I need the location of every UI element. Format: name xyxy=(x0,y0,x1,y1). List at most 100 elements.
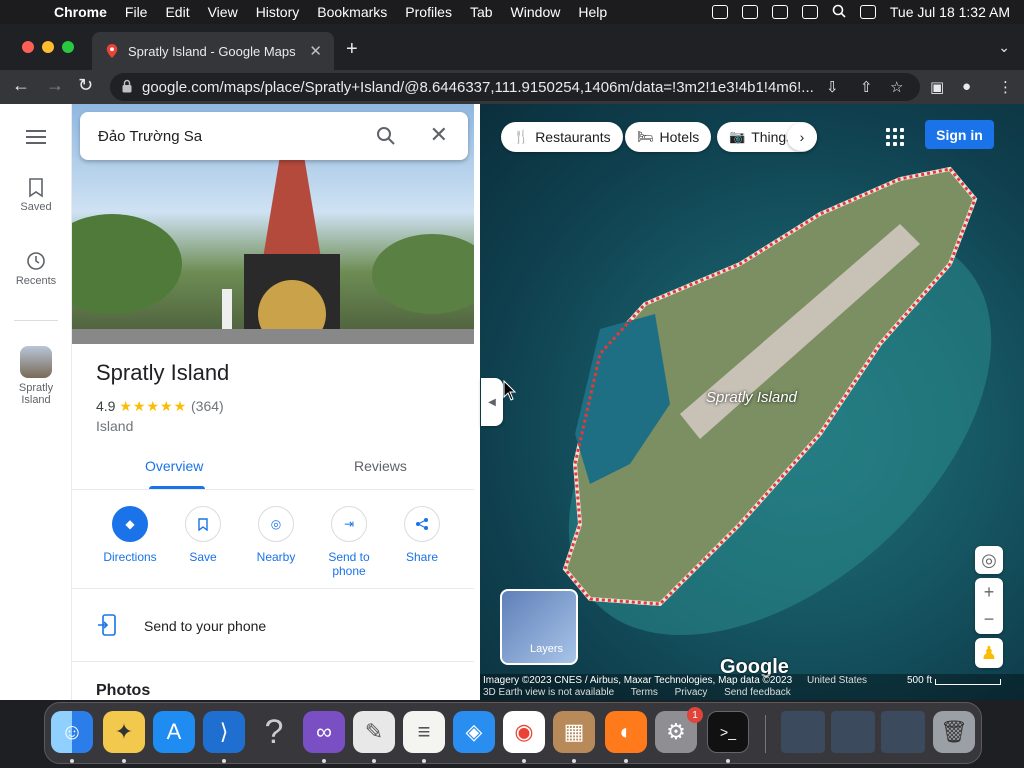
sign-in-button[interactable]: Sign in xyxy=(925,120,994,149)
status-share-icon[interactable] xyxy=(741,5,758,19)
archive-utility-icon[interactable]: ▦ xyxy=(553,711,595,753)
zoom-window-button[interactable] xyxy=(62,41,74,53)
clear-search-icon[interactable]: ✕ xyxy=(430,122,448,148)
earth-view-notice: 3D Earth view is not available xyxy=(483,687,615,698)
menu-history[interactable]: History xyxy=(256,4,300,20)
terminal-running-dot xyxy=(726,759,730,763)
menu-bookmarks[interactable]: Bookmarks xyxy=(317,4,387,20)
directions-button[interactable]: ◆ Directions xyxy=(93,504,167,564)
chip-restaurants[interactable]: 🍴 Restaurants xyxy=(501,122,623,152)
bookmark-star-icon[interactable]: ☆ xyxy=(890,78,903,96)
browser-tab-active[interactable]: Spratly Island - Google Maps ✕ xyxy=(92,32,334,70)
status-app-icon[interactable] xyxy=(711,5,728,19)
control-center-icon[interactable] xyxy=(859,5,876,19)
forward-button[interactable]: → xyxy=(46,75,64,96)
close-window-button[interactable] xyxy=(22,41,34,53)
saved-button[interactable]: Saved xyxy=(0,178,72,213)
tab-search-chevron-icon[interactable]: ⌄ xyxy=(998,39,1010,56)
tab-overview[interactable]: Overview xyxy=(145,458,203,474)
textedit-icon[interactable]: ≡ xyxy=(403,711,445,753)
menu-edit[interactable]: Edit xyxy=(165,4,189,20)
recent-place-spratly[interactable]: Spratly Island xyxy=(0,346,72,406)
save-button[interactable]: Save xyxy=(166,504,240,564)
search-icon[interactable] xyxy=(376,126,396,146)
place-type[interactable]: Island xyxy=(96,418,133,434)
layers-button[interactable]: Layers xyxy=(500,589,578,665)
menu-file[interactable]: File xyxy=(125,4,148,20)
send-to-phone-button[interactable]: ⇥ Send to phone xyxy=(312,504,386,578)
menu-tab[interactable]: Tab xyxy=(470,4,493,20)
status-display-icon[interactable] xyxy=(801,5,818,19)
menubar-datetime[interactable]: Tue Jul 18 1:32 AM xyxy=(890,4,1010,20)
menu-hamburger-icon[interactable] xyxy=(26,130,46,148)
collapse-panel-button[interactable]: ◀ xyxy=(481,378,503,426)
chrome-icon[interactable]: ◉ xyxy=(503,711,545,753)
map-attribution-bar: Imagery ©2023 CNES / Airbus, Maxar Techn… xyxy=(480,674,1024,700)
review-count[interactable]: (364) xyxy=(191,398,224,414)
phone-send-icon xyxy=(98,614,116,636)
menu-help[interactable]: Help xyxy=(578,4,607,20)
firefox-icon[interactable]: ◐ xyxy=(605,711,647,753)
app-store-icon[interactable]: A xyxy=(153,711,195,753)
finder-icon[interactable]: ☺ xyxy=(51,711,93,753)
help-question-icon[interactable]: ? xyxy=(253,711,295,753)
maps-page: Saved Recents Spratly Island Đảo Trường … xyxy=(0,104,1024,700)
profile-avatar-icon[interactable]: ● xyxy=(962,78,971,95)
minimized-window-2[interactable] xyxy=(831,711,875,753)
share-button[interactable]: Share xyxy=(385,504,459,564)
menu-view[interactable]: View xyxy=(208,4,238,20)
scale-label[interactable]: 500 ft xyxy=(907,675,932,686)
directions-label: Directions xyxy=(103,550,157,564)
spotlight-icon[interactable] xyxy=(832,4,846,21)
google-apps-icon[interactable] xyxy=(886,128,904,146)
recents-button[interactable]: Recents xyxy=(0,250,72,287)
script-editor-icon[interactable]: ✎ xyxy=(353,711,395,753)
privacy-link[interactable]: Privacy xyxy=(675,687,708,698)
menu-app-name[interactable]: Chrome xyxy=(54,4,107,20)
search-input[interactable]: Đảo Trường Sa xyxy=(98,128,202,145)
visual-studio-icon[interactable]: ∞ xyxy=(303,711,345,753)
terminal-icon[interactable]: >_ xyxy=(707,711,749,753)
send-feedback-link[interactable]: Send feedback xyxy=(724,687,791,698)
zoom-controls: + − xyxy=(975,578,1003,634)
macos-dock: ☺ ✦ A ⟩ ? ∞ ✎ ≡ ◈ ◉ ▦ ◐ ⚙ 1 >_ 🗑 xyxy=(44,702,982,764)
menu-profiles[interactable]: Profiles xyxy=(405,4,452,20)
chip-hotels[interactable]: 🛏 Hotels xyxy=(625,122,712,152)
terms-link[interactable]: Terms xyxy=(631,687,658,698)
map-canvas[interactable]: 🍴 Restaurants 🛏 Hotels 📷 Things › Sign i… xyxy=(480,104,1024,700)
new-tab-button[interactable]: + xyxy=(346,38,358,61)
pegman-icon[interactable]: ♟ xyxy=(975,638,1003,668)
bee-app-icon[interactable]: ✦ xyxy=(103,711,145,753)
map-place-label[interactable]: Spratly Island xyxy=(706,389,797,406)
vscode-icon[interactable]: ⟩ xyxy=(203,711,245,753)
reload-button[interactable]: ↻ xyxy=(78,75,93,96)
minimized-window-3[interactable] xyxy=(881,711,925,753)
search-box[interactable]: Đảo Trường Sa ✕ xyxy=(80,112,468,160)
lock-icon xyxy=(122,79,132,93)
address-bar[interactable]: google.com/maps/place/Spratly+Island/@8.… xyxy=(110,73,920,101)
menu-window[interactable]: Window xyxy=(511,4,561,20)
zoom-out-button[interactable]: − xyxy=(975,606,1003,634)
close-tab-icon[interactable]: ✕ xyxy=(309,42,322,60)
send-to-phone-row[interactable]: Send to your phone xyxy=(72,590,474,662)
chips-scroll-right-button[interactable]: › xyxy=(787,123,817,151)
back-button[interactable]: ← xyxy=(12,75,30,96)
zoom-in-button[interactable]: + xyxy=(975,578,1003,606)
safari-icon[interactable]: ◈ xyxy=(453,711,495,753)
install-app-icon[interactable]: ⇩ xyxy=(826,78,839,96)
status-window-icon[interactable] xyxy=(771,5,788,19)
side-panel-icon[interactable]: ▣ xyxy=(930,78,944,96)
region-label[interactable]: United States xyxy=(807,675,867,686)
minimize-window-button[interactable] xyxy=(42,41,54,53)
minimized-window-1[interactable] xyxy=(781,711,825,753)
tab-reviews[interactable]: Reviews xyxy=(354,458,407,474)
share-page-icon[interactable]: ⇧ xyxy=(860,78,873,96)
chrome-menu-icon[interactable]: ⋮ xyxy=(998,78,1013,96)
settings-notification-badge: 1 xyxy=(687,707,703,723)
save-label: Save xyxy=(189,550,217,564)
trash-icon[interactable]: 🗑 xyxy=(933,711,975,753)
my-location-button[interactable]: ◎ xyxy=(975,546,1003,574)
dock-separator xyxy=(765,715,766,753)
nearby-button[interactable]: ◎ Nearby xyxy=(239,504,313,564)
recents-label: Recents xyxy=(15,275,57,287)
